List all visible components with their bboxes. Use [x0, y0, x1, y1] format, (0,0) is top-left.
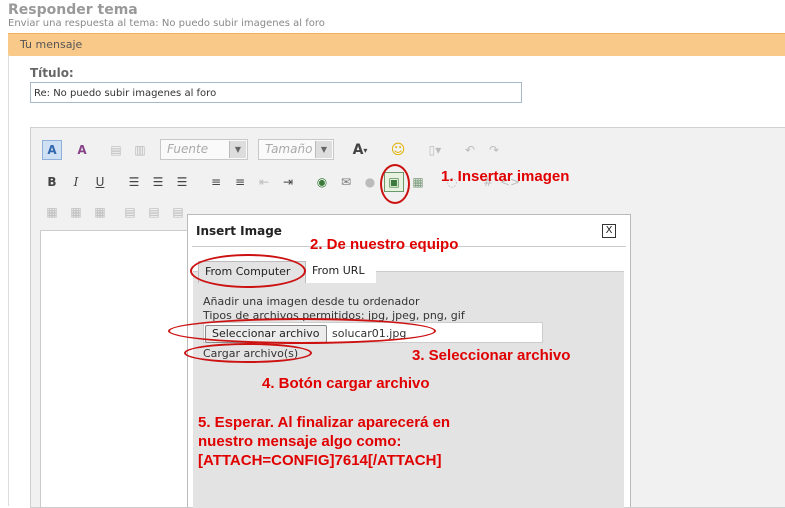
- size-select[interactable]: Tamaño ▼: [258, 139, 334, 160]
- annotation-step5-line3: [ATTACH=CONFIG]7614[/ATTACH]: [198, 452, 442, 469]
- table-icon[interactable]: ▦: [42, 202, 62, 222]
- paste-special-icon[interactable]: ▯▾: [420, 140, 450, 160]
- italic-icon[interactable]: I: [66, 172, 86, 192]
- annotation-step1: 1. Insertar imagen: [441, 168, 570, 185]
- annotation-step5-line2: nuestro mensaje algo como:: [198, 433, 402, 450]
- chevron-down-icon: ▼: [229, 141, 246, 158]
- unlink-icon[interactable]: ●: [360, 172, 380, 192]
- annotation-step2: 2. De nuestro equipo: [310, 236, 459, 253]
- bold-icon[interactable]: B: [42, 172, 62, 192]
- title-input[interactable]: Re: No puedo subir imagenes al foro: [30, 82, 522, 103]
- bullet-list-icon[interactable]: ≡: [230, 172, 250, 192]
- insert-video-icon[interactable]: ▦: [408, 172, 428, 192]
- section-header-label: Tu mensaje: [20, 38, 83, 51]
- annotation-ring-select: [168, 318, 436, 344]
- redo-icon[interactable]: ↷: [484, 140, 504, 160]
- annotation-step3: 3. Seleccionar archivo: [412, 347, 571, 364]
- paste-icon[interactable]: ▤: [106, 140, 126, 160]
- title-label: Título:: [30, 66, 74, 80]
- table-delete-icon[interactable]: ▤: [168, 202, 188, 222]
- table-merge-icon[interactable]: ▤: [120, 202, 140, 222]
- outdent-icon[interactable]: ⇤: [254, 172, 274, 192]
- font-select[interactable]: Fuente ▼: [160, 139, 248, 160]
- dialog-title: Insert Image: [196, 224, 282, 238]
- chevron-down-icon: ▼: [315, 141, 332, 158]
- align-center-icon[interactable]: ☰: [148, 172, 168, 192]
- remove-format-icon[interactable]: A: [72, 140, 92, 160]
- upload-description: Añadir una imagen desde tu ordenador: [203, 295, 420, 308]
- numbered-list-icon[interactable]: ≡: [206, 172, 226, 192]
- align-left-icon[interactable]: ☰: [124, 172, 144, 192]
- annotation-ring-image: [380, 164, 410, 204]
- indent-icon[interactable]: ⇥: [278, 172, 298, 192]
- paste-text-icon[interactable]: ▥: [130, 140, 150, 160]
- page-title: Responder tema: [8, 2, 138, 18]
- undo-icon[interactable]: ↶: [460, 140, 480, 160]
- table-row-icon[interactable]: ▦: [66, 202, 86, 222]
- annotation-ring-upload: [184, 343, 312, 363]
- annotation-ring-tab: [190, 254, 306, 288]
- left-divider: [8, 55, 9, 506]
- page-subtitle: Enviar una respuesta al tema: No puedo s…: [8, 18, 325, 29]
- annotation-step4: 4. Botón cargar archivo: [262, 375, 430, 392]
- font-select-label: Fuente: [167, 142, 209, 156]
- table-split-icon[interactable]: ▤: [144, 202, 164, 222]
- text-color-icon[interactable]: A ▾: [344, 140, 376, 160]
- tab-from-url[interactable]: From URL: [306, 261, 376, 283]
- align-right-icon[interactable]: ☰: [172, 172, 192, 192]
- link-icon[interactable]: ◉: [312, 172, 332, 192]
- close-icon[interactable]: X: [602, 224, 616, 238]
- table-col-icon[interactable]: ▦: [90, 202, 110, 222]
- annotation-step5-line1: 5. Esperar. Al finalizar aparecerá en: [198, 414, 451, 431]
- section-header: Tu mensaje: [8, 33, 785, 56]
- email-icon[interactable]: ✉: [336, 172, 356, 192]
- message-editor[interactable]: [40, 230, 191, 508]
- smiley-icon[interactable]: ☺: [388, 140, 408, 160]
- size-select-label: Tamaño: [265, 142, 313, 156]
- switch-mode-icon[interactable]: A: [42, 140, 62, 160]
- underline-icon[interactable]: U: [90, 172, 110, 192]
